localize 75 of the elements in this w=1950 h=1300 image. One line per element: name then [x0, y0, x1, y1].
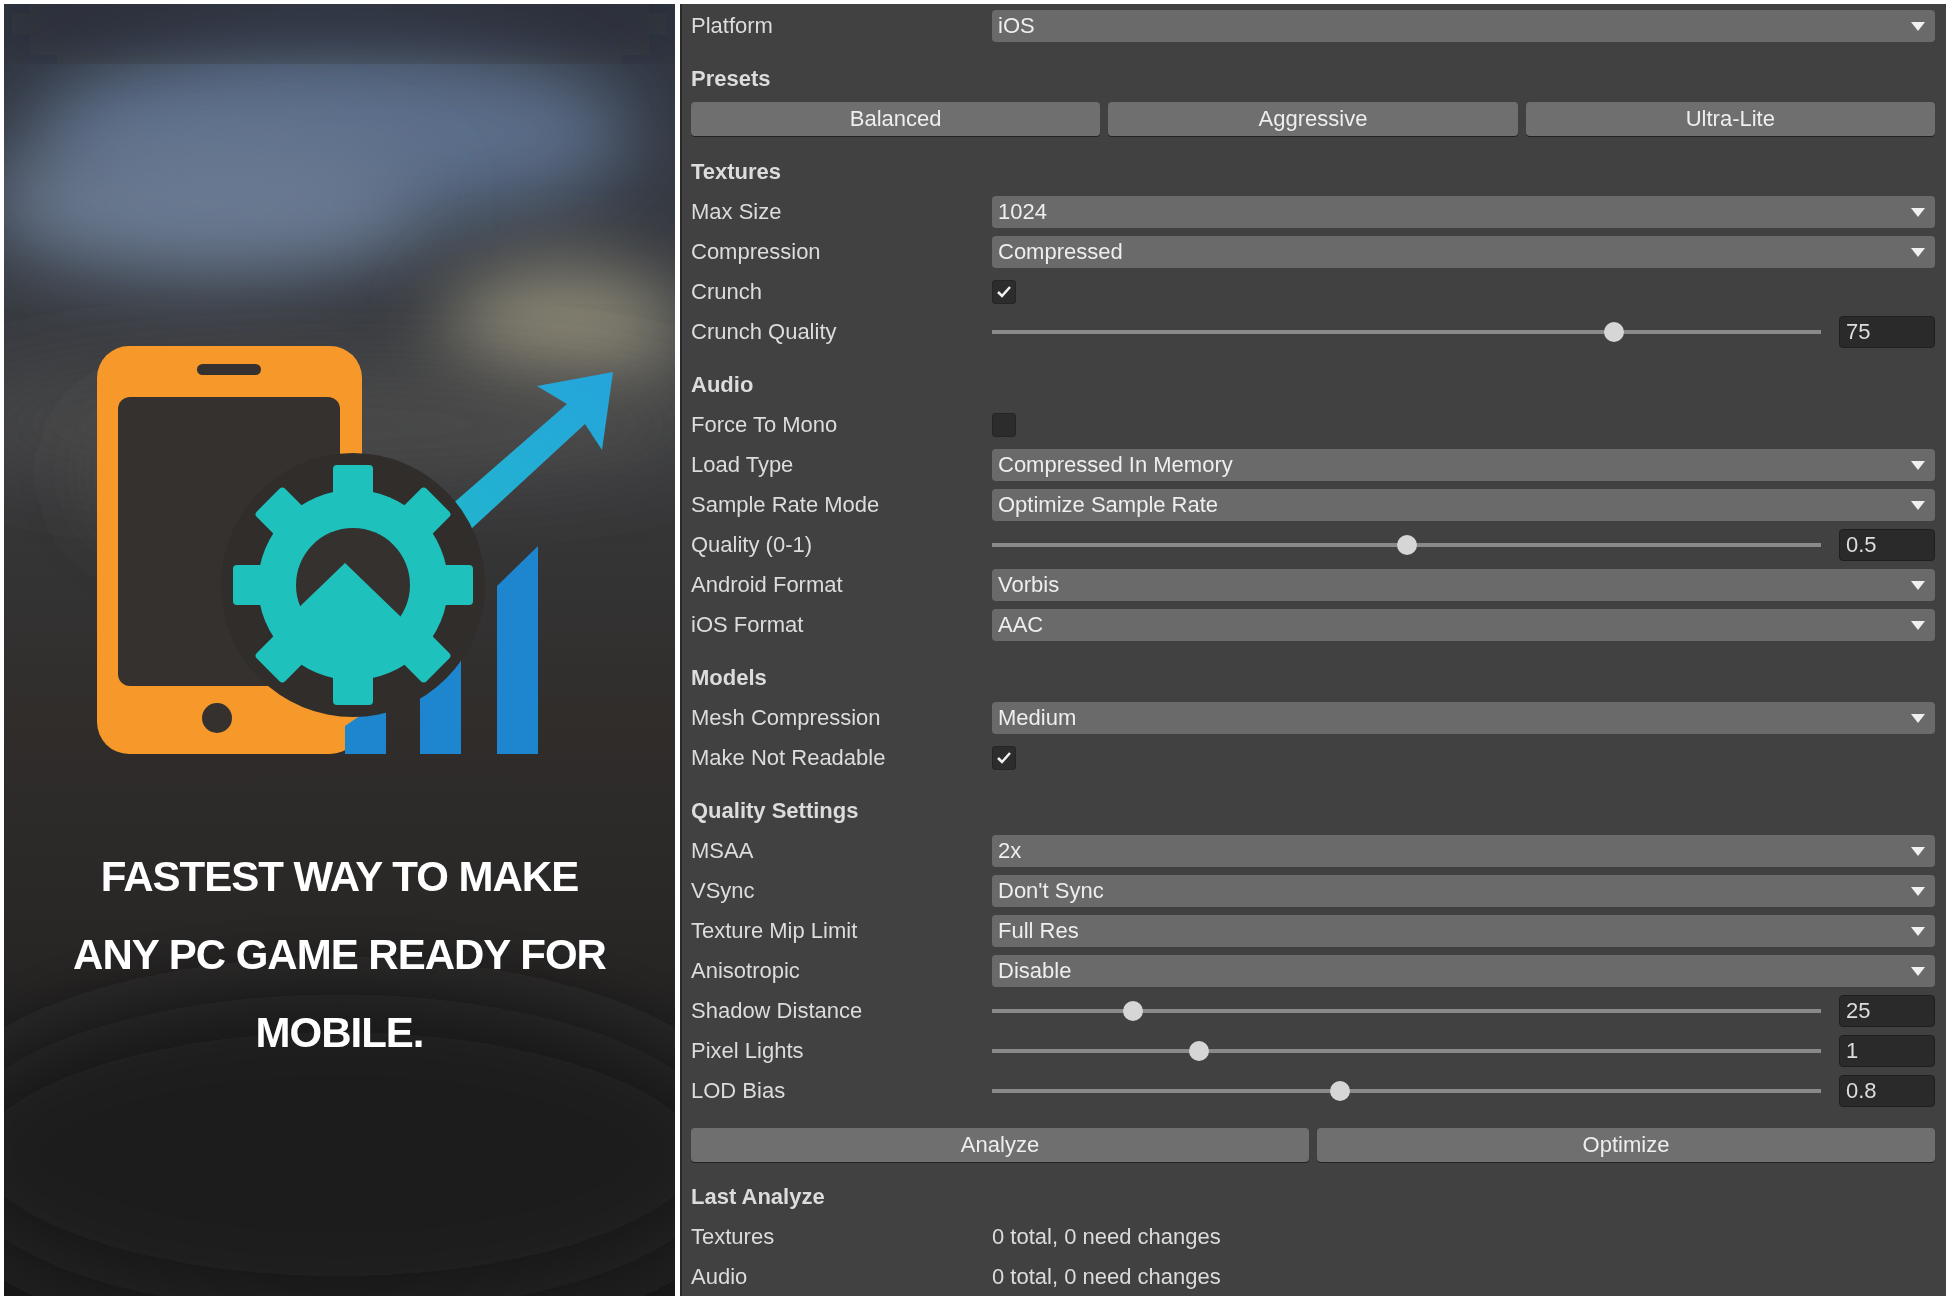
number-field[interactable]: 0.8 — [1839, 1075, 1935, 1107]
field-label: Platform — [691, 13, 774, 39]
checkbox[interactable] — [992, 746, 1016, 770]
section-title: Models — [691, 664, 768, 692]
dropdown[interactable]: Don't Sync — [992, 875, 1935, 907]
field-label: Force To Mono — [691, 412, 839, 438]
field-label: Texture Mip Limit — [691, 918, 859, 944]
preset-button[interactable]: Aggressive — [1108, 102, 1518, 136]
section-title: Quality Settings — [691, 797, 860, 825]
dropdown[interactable]: Compressed — [992, 236, 1935, 268]
checkbox[interactable] — [992, 413, 1016, 437]
dropdown[interactable]: 1024 — [992, 196, 1935, 228]
caret-icon — [1911, 620, 1925, 630]
preset-button[interactable]: Ultra-Lite — [1525, 102, 1935, 136]
field-label: Compression — [691, 239, 822, 265]
section-title: Presets — [691, 65, 772, 93]
field-label: Load Type — [691, 452, 795, 478]
caret-icon — [1911, 460, 1925, 470]
caret-icon — [1911, 846, 1925, 856]
dropdown[interactable]: Disable — [992, 955, 1935, 987]
slider-thumb[interactable] — [1396, 535, 1417, 555]
number-field[interactable]: 75 — [1839, 316, 1935, 348]
caret-icon — [1911, 207, 1925, 217]
action-button[interactable]: Analyze — [691, 1128, 1309, 1162]
check-icon — [996, 285, 1012, 299]
field-label: Shadow Distance — [691, 998, 864, 1024]
field-label: iOS Format — [691, 612, 805, 638]
field-label: Anisotropic — [691, 958, 801, 984]
number-field[interactable]: 1 — [1839, 1035, 1935, 1067]
field-label: Max Size — [691, 199, 783, 225]
field-label: VSync — [691, 878, 756, 904]
dropdown[interactable]: Optimize Sample Rate — [992, 489, 1935, 521]
caret-icon — [1911, 21, 1925, 31]
dropdown[interactable]: 2x — [992, 835, 1935, 867]
section-title: Last Analyze — [691, 1183, 826, 1211]
caret-icon — [1911, 247, 1925, 257]
caret-icon — [1911, 926, 1925, 936]
slider-thumb[interactable] — [1122, 1001, 1143, 1021]
caret-icon — [1911, 713, 1925, 723]
field-label: Sample Rate Mode — [691, 492, 881, 518]
value-text: 0 total, 0 need changes — [992, 1224, 1221, 1250]
field-label: Crunch — [691, 279, 763, 305]
field-label: Make Not Readable — [691, 745, 887, 771]
field-label: Audio — [691, 1264, 749, 1290]
field-label: Android Format — [691, 572, 844, 598]
number-field[interactable]: 25 — [1839, 995, 1935, 1027]
number-field[interactable]: 0.5 — [1839, 529, 1935, 561]
caret-icon — [1911, 886, 1925, 896]
dropdown[interactable]: AAC — [992, 609, 1935, 641]
field-label: Mesh Compression — [691, 705, 882, 731]
dropdown[interactable]: Vorbis — [992, 569, 1935, 601]
field-label: Pixel Lights — [691, 1038, 805, 1064]
dropdown[interactable]: iOS — [992, 10, 1935, 42]
check-icon — [996, 751, 1012, 765]
slider-thumb[interactable] — [1189, 1041, 1210, 1061]
field-label: LOD Bias — [691, 1078, 787, 1104]
action-button[interactable]: Optimize — [1317, 1128, 1935, 1162]
field-label: MSAA — [691, 838, 755, 864]
field-label: Quality (0-1) — [691, 532, 814, 558]
preset-button[interactable]: Balanced — [691, 102, 1101, 136]
caret-icon — [1911, 500, 1925, 510]
slider-thumb[interactable] — [1603, 322, 1624, 342]
section-title: Textures — [691, 158, 783, 186]
tagline: FASTEST WAY TO MAKE ANY PC GAME READY FOR MOBILE. — [72, 852, 607, 1058]
section-title: Audio — [691, 371, 755, 399]
dropdown[interactable]: Medium — [992, 702, 1935, 734]
value-text: 0 total, 0 need changes — [992, 1264, 1221, 1290]
checkbox[interactable] — [992, 280, 1016, 304]
slider-thumb[interactable] — [1330, 1081, 1351, 1101]
caret-icon — [1911, 580, 1925, 590]
field-label: Textures — [691, 1224, 776, 1250]
caret-icon — [1911, 966, 1925, 976]
dropdown[interactable]: Compressed In Memory — [992, 449, 1935, 481]
dropdown[interactable]: Full Res — [992, 915, 1935, 947]
field-label: Crunch Quality — [691, 319, 838, 345]
